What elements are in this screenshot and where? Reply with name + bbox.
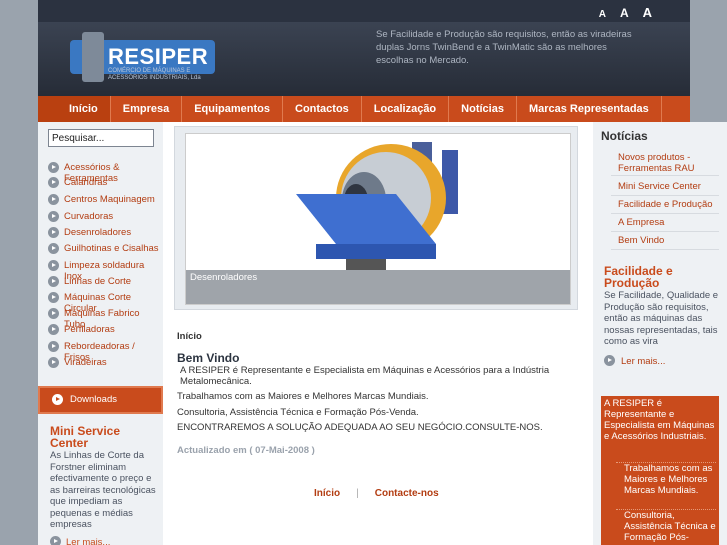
font-size-controls: AAA: [585, 4, 652, 22]
product-banner[interactable]: Desenroladores: [185, 133, 571, 305]
arrow-icon: [48, 260, 59, 271]
nav-marcas[interactable]: Marcas Representadas: [517, 96, 662, 122]
arrow-icon: [48, 341, 59, 352]
banner-caption: Desenroladores: [190, 272, 258, 283]
page-title: Bem Vindo: [177, 351, 240, 365]
promo-item: Consultoria, Assistência Técnica e Forma…: [616, 509, 716, 543]
nav-contactos[interactable]: Contactos: [283, 96, 362, 122]
font-small-button[interactable]: A: [599, 9, 606, 20]
arrow-icon: [48, 211, 59, 222]
resiper-logo[interactable]: RESIPER COMÉRCIO DE MÁQUINAS E ACESSÓRIO…: [70, 30, 220, 88]
arrow-icon: [48, 324, 59, 335]
arrow-icon: [48, 162, 59, 173]
font-large-button[interactable]: A: [643, 5, 652, 20]
arrow-icon: [48, 227, 59, 238]
search-input[interactable]: [48, 129, 154, 147]
footer-inicio-link[interactable]: Início: [314, 488, 340, 499]
nav-noticias[interactable]: Notícias: [449, 96, 517, 122]
nav-empresa[interactable]: Empresa: [111, 96, 183, 122]
news-item[interactable]: Bem Vindo: [611, 235, 719, 250]
main-content: Desenroladores Início Bem Vindo A RESIPE…: [172, 122, 592, 545]
facilidade-text: Se Facilidade, Qualidade e Produção são …: [604, 290, 719, 347]
arrow-icon: [48, 243, 59, 254]
footer-separator: |: [356, 488, 359, 499]
arrow-icon: [604, 355, 615, 366]
arrow-icon: [48, 177, 59, 188]
right-sidebar: Notícias Novos produtos - Ferramentas RA…: [593, 122, 727, 545]
updated-date: Actualizado em ( 07-Mai-2008 ): [177, 445, 315, 456]
arrow-icon: [48, 194, 59, 205]
arrow-icon: [48, 292, 59, 303]
news-title: Notícias: [601, 129, 648, 143]
footer-links: Início | Contacte-nos: [314, 488, 439, 499]
logo-text: RESIPER: [108, 44, 209, 69]
welcome-paragraph: ENCONTRAREMOS A SOLUÇÃO ADEQUADA AO SEU …: [177, 422, 543, 433]
news-item[interactable]: Novos produtos - Ferramentas RAU: [611, 152, 719, 176]
read-more-link[interactable]: Ler mais...: [604, 355, 714, 367]
footer-contact-link[interactable]: Contacte-nos: [375, 488, 439, 499]
news-item[interactable]: Mini Service Center: [611, 181, 719, 196]
news-item[interactable]: Facilidade e Produção: [611, 199, 719, 214]
welcome-paragraph: Consultoria, Assistência Técnica e Forma…: [177, 406, 419, 418]
promo-item: Trabalhamos com as Maiores e Melhores Ma…: [616, 462, 716, 496]
main-nav: Início Empresa Equipamentos Contactos Lo…: [38, 96, 690, 122]
welcome-text: A RESIPER é Representante e Especialista…: [177, 365, 577, 439]
nav-inicio[interactable]: Início: [38, 96, 111, 122]
arrow-icon: [48, 357, 59, 368]
welcome-paragraph: Trabalhamos com as Maiores e Melhores Ma…: [177, 391, 429, 402]
banner-frame: Desenroladores: [174, 126, 578, 310]
arrow-icon: [52, 394, 63, 405]
nav-equipamentos[interactable]: Equipamentos: [182, 96, 284, 122]
font-medium-button[interactable]: A: [620, 6, 629, 20]
header-tagline: Se Facilidade e Produção são requisitos,…: [376, 29, 632, 66]
facilidade-title[interactable]: Facilidade e Produção: [604, 265, 724, 289]
breadcrumb: Início: [177, 331, 202, 342]
arrow-icon: [50, 536, 61, 545]
read-more-link[interactable]: Ler mais...: [50, 536, 160, 545]
downloads-button[interactable]: Downloads: [38, 386, 163, 414]
arrow-icon: [48, 308, 59, 319]
logo-subtitle: COMÉRCIO DE MÁQUINAS E ACESSÓRIOS INDUST…: [108, 68, 201, 81]
news-item[interactable]: A Empresa: [611, 217, 719, 232]
promo-heading: A RESIPER é Representante e Especialista…: [604, 398, 715, 442]
mini-service-text: As Linhas de Corte da Forstner eliminam …: [50, 450, 156, 530]
mini-service-title[interactable]: Mini Service Center: [50, 425, 150, 449]
nav-localizacao[interactable]: Localização: [362, 96, 450, 122]
arrow-icon: [48, 276, 59, 287]
left-sidebar: Acessórios & Ferramentas Calandras Centr…: [38, 122, 163, 545]
logo-bolt-icon: [82, 32, 104, 82]
promo-box: A RESIPER é Representante e Especialista…: [601, 396, 719, 545]
welcome-paragraph: A RESIPER é Representante e Especialista…: [180, 365, 550, 387]
top-bar: AAA: [38, 0, 690, 22]
site-header: RESIPER COMÉRCIO DE MÁQUINAS E ACESSÓRIO…: [38, 22, 690, 96]
